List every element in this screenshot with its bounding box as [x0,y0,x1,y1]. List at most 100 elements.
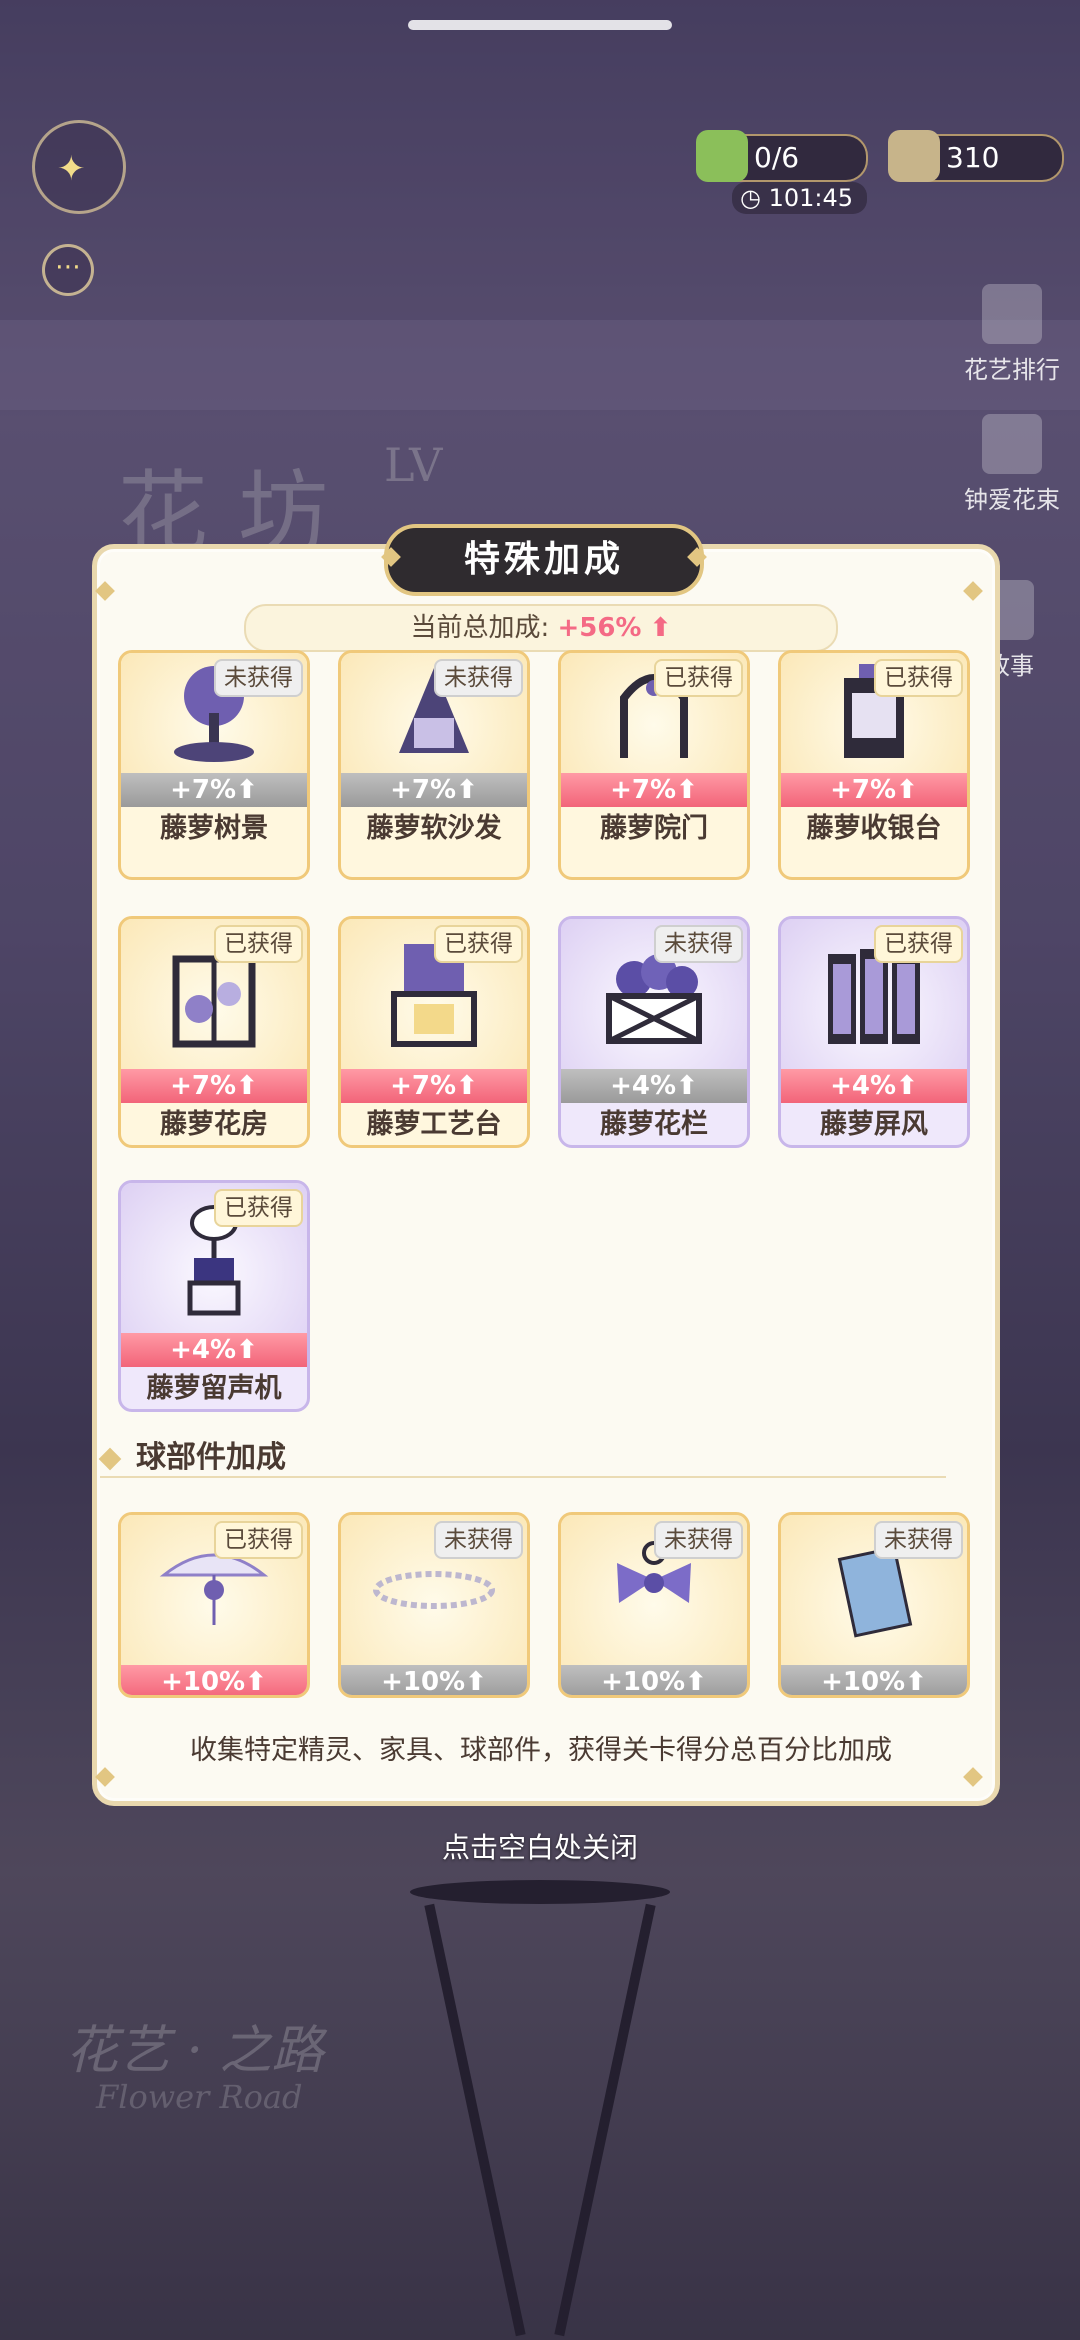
side-item-favorite-bouquet[interactable]: 钟爱花束 [950,414,1074,515]
up-arrow-icon: ⬆ [465,1667,487,1697]
up-arrow-icon: ⬆ [676,775,698,805]
status-badge: 已获得 [434,925,523,963]
bonus-value-bar: +10%⬆ [561,1665,747,1697]
status-badge: 已获得 [874,659,963,697]
side-item-label: 花艺排行 [964,356,1060,384]
bonus-item-card[interactable]: ★★★★★ 已获得 +7%⬆ 藤萝工艺台 [338,916,530,1148]
up-arrow-icon: ⬆ [649,613,672,643]
bonus-item-card[interactable]: ★★★★ 已获得 +4%⬆ 藤萝屏风 [778,916,970,1148]
item-name: 藤萝花房 [160,1109,268,1140]
ball-part-card[interactable]: ★★★★★ 未获得 +10%⬆ [778,1512,970,1698]
bonus-value: +7% [610,775,677,805]
item-thumbnail: 未获得 [341,653,527,773]
side-item-ranking[interactable]: 花艺排行 [950,284,1074,385]
status-badge: 已获得 [214,1521,303,1559]
section-title-text: 球部件加成 [136,1440,286,1475]
bonus-value: +7% [170,1071,237,1101]
bonus-value-bar: +10%⬆ [121,1665,307,1697]
bonus-item-card[interactable]: 未获得 +7%⬆ 藤萝树景 [118,650,310,880]
status-badge: 未获得 [654,925,743,963]
bonus-value-bar: +4%⬆ [781,1069,967,1103]
bonus-value: +7% [390,775,457,805]
panel-footer-note: 收集特定精灵、家具、球部件，获得关卡得分总百分比加成 [190,1735,892,1766]
ball-part-card[interactable]: ★★★★★ 未获得 +10%⬆ [338,1512,530,1698]
currency-text: 310 [946,141,1000,174]
currency-counter[interactable]: 310 [888,130,1064,182]
status-badge: 未获得 [434,1521,523,1559]
up-arrow-icon: ⬆ [456,1071,478,1101]
up-arrow-icon: ⬆ [896,1071,918,1101]
bonus-value-bar: +7%⬆ [561,773,747,807]
item-thumbnail: 已获得 [781,919,967,1069]
item-thumbnail: 已获得 [121,919,307,1069]
up-arrow-icon: ⬆ [236,1335,258,1365]
item-name: 藤萝软沙发 [366,813,502,844]
bonus-value: +10% [381,1667,466,1697]
up-arrow-icon: ⬆ [236,1071,258,1101]
bonus-item-card[interactable]: 已获得 +7%⬆ 藤萝收银台 [778,650,970,880]
home-indicator [408,20,672,30]
item-thumbnail: 已获得 [341,919,527,1069]
up-arrow-icon: ⬆ [905,1667,927,1697]
bonus-item-card[interactable]: ★★★★★ 已获得 +7%⬆ 藤萝花房 [118,916,310,1148]
ball-part-card[interactable]: ★★★★★ 已获得 +10%⬆ [118,1512,310,1698]
flower-ring-icon [373,1571,495,1609]
firefly-button[interactable]: ✦ [32,120,126,214]
bonus-value-bar: +7%⬆ [341,1069,527,1103]
bonus-item-card[interactable]: 已获得 +7%⬆ 藤萝院门 [558,650,750,880]
bonus-value-bar: +4%⬆ [561,1069,747,1103]
item-name: 藤萝屏风 [820,1109,928,1140]
ranking-icon [982,284,1042,344]
item-name: 藤萝花栏 [600,1109,708,1140]
total-bonus-label: 当前总加成: [410,613,550,643]
firefly-icon: ✦ [57,149,86,189]
bonus-value-bar: +10%⬆ [341,1665,527,1697]
status-badge: 已获得 [214,1189,303,1227]
bonus-value: +10% [821,1667,906,1697]
section-divider [100,1476,946,1478]
bonus-value-bar: +10%⬆ [781,1665,967,1697]
item-thumbnail: 已获得 [781,653,967,773]
bonus-item-card[interactable]: ★★★★ 未获得 +4%⬆ 藤萝花栏 [558,916,750,1148]
ball-part-card[interactable]: ★★★★★ 未获得 +10%⬆ [558,1512,750,1698]
bouquet-icon [982,414,1042,474]
item-thumbnail: 未获得 [561,1515,747,1665]
bonus-item-card[interactable]: ★★★★ 已获得 +4%⬆ 藤萝留声机 [118,1180,310,1412]
item-thumbnail: 已获得 [121,1183,307,1333]
leaf-icon [696,130,748,182]
status-badge: 未获得 [214,659,303,697]
item-name: 藤萝工艺台 [366,1109,502,1140]
bonus-value: +7% [830,775,897,805]
close-hint[interactable]: 点击空白处关闭 [0,1826,1080,1866]
item-thumbnail: 未获得 [781,1515,967,1665]
more-options-button[interactable]: ⋯ [42,244,94,296]
item-name: 藤萝收银台 [806,813,942,844]
up-arrow-icon: ⬆ [456,775,478,805]
ball-parts-section-title: 球部件加成 [98,1432,286,1476]
item-thumbnail: 已获得 [121,1515,307,1665]
item-thumbnail: 未获得 [341,1515,527,1665]
bonus-value-bar: +7%⬆ [121,773,307,807]
ticket-icon [888,130,940,182]
panel-title: 特殊加成 [384,524,704,596]
status-badge: 已获得 [214,925,303,963]
bonus-item-card[interactable]: 未获得 +7%⬆ 藤萝软沙发 [338,650,530,880]
up-arrow-icon: ⬆ [236,775,258,805]
status-badge: 未获得 [654,1521,743,1559]
up-arrow-icon: ⬆ [896,775,918,805]
bonus-value: +10% [161,1667,246,1697]
total-bonus-bar: 当前总加成: +56% ⬆ [244,604,838,652]
diamond-icon [98,1447,122,1471]
up-arrow-icon: ⬆ [685,1667,707,1697]
bonus-value-bar: +4%⬆ [121,1333,307,1367]
spirit-counter[interactable]: 0/6 [696,130,868,182]
up-arrow-icon: ⬆ [676,1071,698,1101]
timer-text: 101:45 [768,184,854,212]
bonus-value-bar: +7%⬆ [781,773,967,807]
bonus-value-bar: +7%⬆ [341,773,527,807]
bonus-value: +4% [170,1335,237,1365]
status-badge: 未获得 [874,1521,963,1559]
total-bonus-value: +56% [557,613,642,643]
status-badge: 未获得 [434,659,523,697]
item-name: 藤萝留声机 [146,1373,282,1404]
